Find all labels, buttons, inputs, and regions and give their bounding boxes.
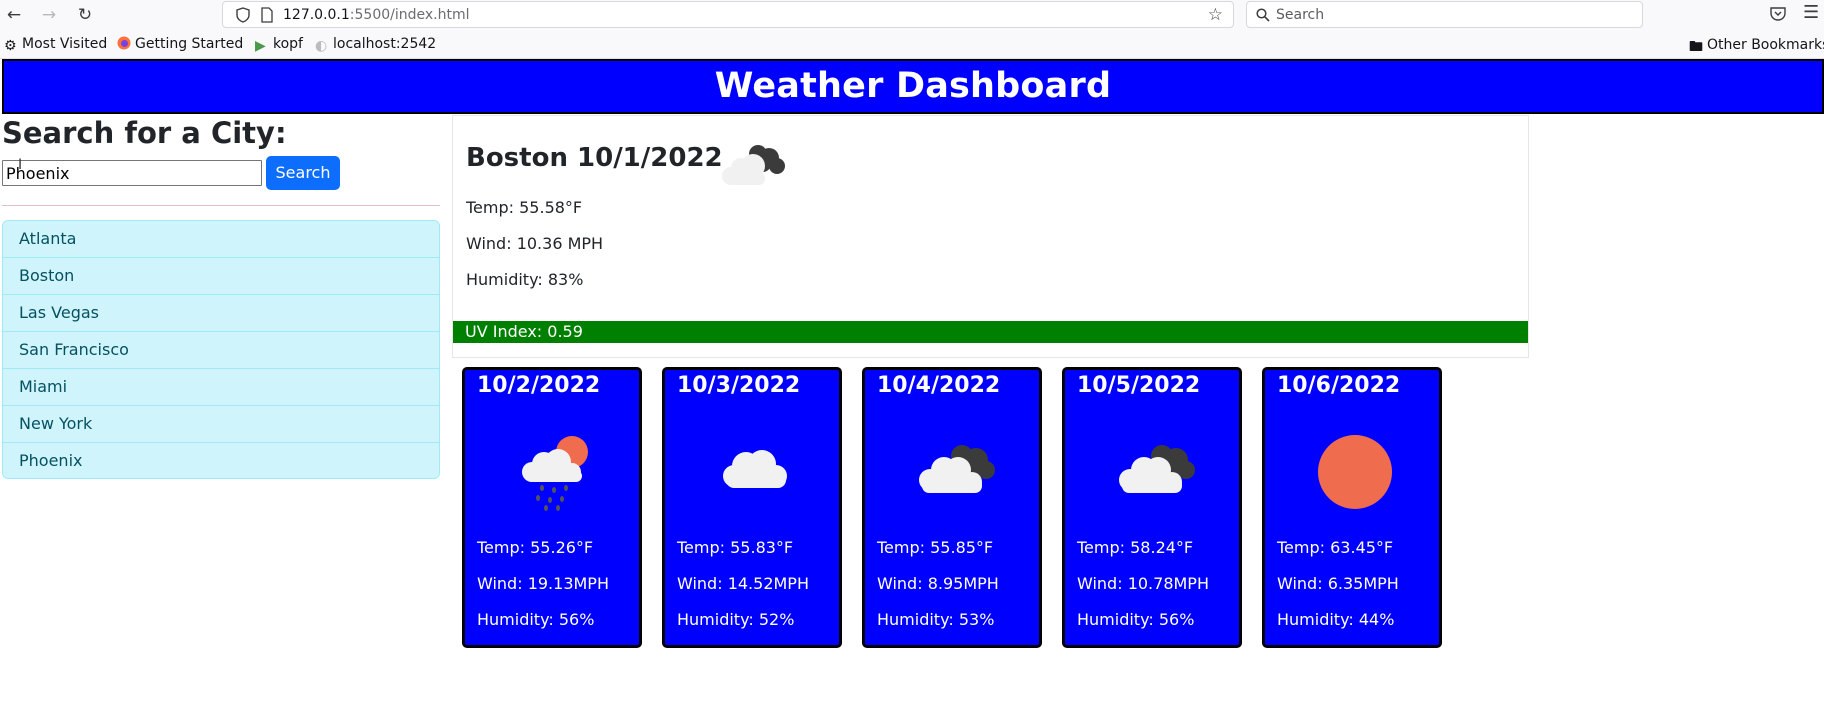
bookmark-other[interactable]: 🖿 Other Bookmarks bbox=[1689, 36, 1824, 55]
hamburger-menu-icon[interactable]: ☰ bbox=[1803, 2, 1819, 23]
forecast-humidity: Humidity: 44% bbox=[1277, 610, 1395, 629]
current-humidity: Humidity: 83% bbox=[466, 270, 584, 289]
city-item-atlanta[interactable]: Atlanta bbox=[3, 221, 439, 258]
forecast-card: 10/2/2022 Temp: 55.26°F Wind: 19.13MPH H… bbox=[462, 367, 642, 648]
current-wind: Wind: 10.36 MPH bbox=[466, 234, 604, 253]
forecast-humidity: Humidity: 53% bbox=[877, 610, 995, 629]
forecast-temp: Temp: 55.26°F bbox=[477, 538, 594, 557]
firefox-icon bbox=[117, 36, 131, 50]
city-item-san-francisco[interactable]: San Francisco bbox=[3, 332, 439, 369]
current-weather-panel: Boston 10/1/2022 Temp: 55.58°F Wind: 10.… bbox=[452, 115, 1529, 358]
forecast-card: 10/4/2022 Temp: 55.85°F Wind: 8.95MPH Hu… bbox=[862, 367, 1042, 648]
bookmark-kopf[interactable]: ▶ kopf bbox=[255, 36, 303, 54]
forecast-wind: Wind: 10.78MPH bbox=[1077, 574, 1209, 593]
broken-clouds-icon bbox=[1119, 445, 1195, 493]
city-search-input[interactable] bbox=[2, 160, 262, 186]
forecast-date: 10/3/2022 bbox=[677, 373, 801, 398]
cloud-icon bbox=[723, 450, 787, 488]
forecast-wind: Wind: 14.52MPH bbox=[677, 574, 809, 593]
bookmarks-toolbar: ⚙ Most Visited Getting Started ▶ kopf ◐ loc… bbox=[0, 29, 1824, 59]
forecast-humidity: Humidity: 52% bbox=[677, 610, 795, 629]
current-temp: Temp: 55.58°F bbox=[466, 198, 583, 217]
bookmark-star-icon[interactable]: ☆ bbox=[1208, 5, 1223, 25]
forecast-date: 10/6/2022 bbox=[1277, 373, 1401, 398]
page-header: Weather Dashboard bbox=[2, 59, 1824, 114]
bookmark-getting-started[interactable]: Getting Started bbox=[117, 36, 243, 52]
forecast-wind: Wind: 6.35MPH bbox=[1277, 574, 1399, 593]
page-icon[interactable] bbox=[260, 7, 274, 23]
forecast-wind: Wind: 8.95MPH bbox=[877, 574, 999, 593]
reload-icon[interactable]: ↻ bbox=[74, 4, 96, 26]
forecast-wind: Wind: 19.13MPH bbox=[477, 574, 609, 593]
bookmark-localhost[interactable]: ◐ localhost:2542 bbox=[315, 36, 436, 54]
forecast-date: 10/4/2022 bbox=[877, 373, 1001, 398]
shield-icon[interactable] bbox=[235, 7, 251, 23]
forecast-date: 10/5/2022 bbox=[1077, 373, 1201, 398]
sun-icon bbox=[1318, 435, 1392, 509]
folder-icon: 🖿 bbox=[1689, 39, 1703, 55]
globe-icon: ◐ bbox=[315, 38, 328, 54]
city-item-las-vegas[interactable]: Las Vegas bbox=[3, 295, 439, 332]
broken-clouds-icon bbox=[919, 445, 995, 493]
city-item-boston[interactable]: Boston bbox=[3, 258, 439, 295]
current-city-title: Boston 10/1/2022 bbox=[466, 143, 723, 173]
uv-index-bar: UV Index: 0.59 bbox=[453, 321, 1528, 343]
browser-toolbar: ← → ↻ 127.0.0.1:5500/index.html ☆ Search… bbox=[0, 0, 1824, 29]
divider bbox=[2, 205, 440, 206]
address-bar[interactable]: 127.0.0.1:5500/index.html ☆ bbox=[222, 1, 1234, 28]
browser-search-bar[interactable]: Search bbox=[1246, 1, 1643, 28]
browser-search-placeholder: Search bbox=[1276, 7, 1325, 23]
city-history-list: Atlanta Boston Las Vegas San Francisco M… bbox=[2, 220, 440, 479]
search-button[interactable]: Search bbox=[266, 156, 340, 190]
url-text: 127.0.0.1:5500/index.html bbox=[283, 7, 470, 23]
back-arrow-icon[interactable]: ← bbox=[3, 4, 25, 26]
page-title: Weather Dashboard bbox=[714, 66, 1112, 106]
text-cursor-icon: I bbox=[18, 157, 23, 173]
forward-arrow-icon[interactable]: → bbox=[38, 4, 60, 26]
city-item-new-york[interactable]: New York bbox=[3, 406, 439, 443]
search-icon bbox=[1256, 8, 1270, 22]
forecast-card: 10/5/2022 Temp: 58.24°F Wind: 10.78MPH H… bbox=[1062, 367, 1242, 648]
forecast-temp: Temp: 55.85°F bbox=[877, 538, 994, 557]
bookmark-most-visited[interactable]: ⚙ Most Visited bbox=[4, 36, 107, 54]
pocket-icon[interactable] bbox=[1769, 5, 1787, 23]
play-icon: ▶ bbox=[255, 38, 266, 54]
partly-cloudy-dark-icon bbox=[722, 145, 785, 185]
forecast-card: 10/6/2022 Temp: 63.45°F Wind: 6.35MPH Hu… bbox=[1262, 367, 1442, 648]
city-item-phoenix[interactable]: Phoenix bbox=[3, 443, 439, 478]
search-heading: Search for a City: bbox=[2, 116, 287, 150]
city-item-miami[interactable]: Miami bbox=[3, 369, 439, 406]
rain-sun-icon bbox=[522, 436, 588, 511]
forecast-temp: Temp: 55.83°F bbox=[677, 538, 794, 557]
gear-icon: ⚙ bbox=[4, 38, 17, 54]
forecast-temp: Temp: 63.45°F bbox=[1277, 538, 1394, 557]
forecast-card: 10/3/2022 Temp: 55.83°F Wind: 14.52MPH H… bbox=[662, 367, 842, 648]
forecast-temp: Temp: 58.24°F bbox=[1077, 538, 1194, 557]
forecast-humidity: Humidity: 56% bbox=[477, 610, 595, 629]
forecast-date: 10/2/2022 bbox=[477, 373, 601, 398]
forecast-humidity: Humidity: 56% bbox=[1077, 610, 1195, 629]
